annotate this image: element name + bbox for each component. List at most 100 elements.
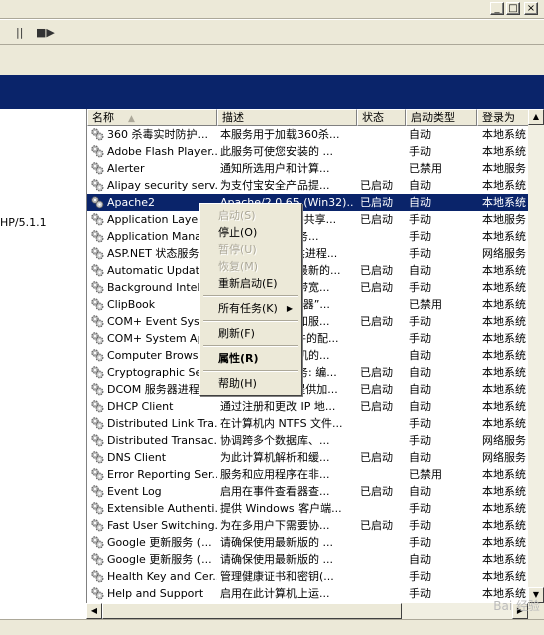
watermark-text: Bai 经验 — [493, 599, 540, 613]
service-status — [360, 126, 406, 143]
context-menu-item[interactable]: 停止(O) — [202, 224, 299, 241]
service-gear-icon — [90, 195, 104, 209]
service-description: 为此计算机解析和缓... — [220, 451, 330, 464]
service-logon-as: 本地系统 — [482, 230, 526, 243]
service-gear-icon — [90, 280, 104, 294]
service-row[interactable]: DHCP Client 通过注册和更改 IP 地... 已启动 自动 本地系统 — [87, 398, 529, 415]
scroll-up-button[interactable]: ▲ — [528, 109, 544, 125]
context-menu-item[interactable]: 刷新(F) — [202, 325, 299, 342]
column-header-name[interactable]: 名称 ▲ — [87, 109, 217, 126]
service-gear-icon — [90, 467, 104, 481]
service-gear-icon — [90, 569, 104, 583]
service-name: DHCP Client — [107, 400, 174, 413]
service-startup-type: 手动 — [409, 247, 431, 260]
service-row[interactable]: Extensible Authenti... 提供 Windows 客户端... 手… — [87, 500, 529, 517]
service-row[interactable]: Alerter 通知所选用户和计算... 已禁用 本地服务 — [87, 160, 529, 177]
service-logon-as: 本地系统 — [482, 145, 526, 158]
service-logon-as: 本地服务 — [482, 213, 526, 226]
service-status: 已启动 — [360, 451, 393, 464]
column-header-description[interactable]: 描述 — [217, 109, 357, 126]
service-name: Extensible Authenti... — [107, 502, 217, 515]
service-row[interactable]: COM+ System Appli...管理 COM+ 组件的配...手动本地系… — [87, 330, 529, 347]
service-status — [360, 432, 406, 449]
service-row[interactable]: Event Log 启用在事件查看器查... 已启动 自动 本地系统 — [87, 483, 529, 500]
service-row[interactable]: Apache2Apache/2.0.65 (Win32)...已启动自动本地系统 — [87, 194, 529, 211]
service-row[interactable]: Background Intellig...利用空闲的网络带宽...已启动手动本… — [87, 279, 529, 296]
service-logon-as: 本地系统 — [482, 179, 526, 192]
service-name: Alerter — [107, 162, 145, 175]
service-startup-type: 自动 — [409, 366, 431, 379]
context-menu-item[interactable]: 帮助(H) — [202, 375, 299, 392]
service-row[interactable]: COM+ Event System支持系统事件通知服...已启动手动本地系统 — [87, 313, 529, 330]
pause-service-button[interactable]: || — [16, 26, 23, 39]
service-row[interactable]: Distributed Transac... 协调跨多个数据库、... 手动 网络服务 — [87, 432, 529, 449]
service-row[interactable]: Cryptographic Servi...提供三种管理服务: 编...已启动自… — [87, 364, 529, 381]
service-row[interactable]: Computer Browser维护网络上计算机的...自动本地系统 — [87, 347, 529, 364]
service-gear-icon — [90, 263, 104, 277]
service-row[interactable]: Automatic Updates允许下载并安装最新的...已启动自动本地系统 — [87, 262, 529, 279]
service-row[interactable]: Distributed Link Tra... 在计算机内 NTFS 文件... 手… — [87, 415, 529, 432]
service-gear-icon — [90, 450, 104, 464]
minimize-button[interactable]: _ — [490, 2, 504, 15]
service-gear-icon — [90, 161, 104, 175]
service-name-cell: Background Intellig... — [90, 279, 217, 296]
service-status — [360, 296, 406, 313]
service-gear-icon — [90, 229, 104, 243]
service-row[interactable]: Error Reporting Ser... 服务和应用程序在非... 已禁用 本地系… — [87, 466, 529, 483]
service-gear-icon — [90, 552, 104, 566]
service-logon-as: 本地系统 — [482, 264, 526, 277]
list-header: 名称 ▲ 描述 状态 启动类型 登录为 — [87, 109, 529, 126]
scroll-left-button[interactable]: ◀ — [86, 603, 102, 619]
service-status — [360, 466, 406, 483]
service-name-cell: Alipay security serv... — [90, 177, 217, 194]
maximize-button[interactable]: □ — [506, 2, 520, 15]
context-menu-item[interactable]: 重新启动(E) — [202, 275, 299, 292]
service-logon-as: 本地系统 — [482, 570, 526, 583]
column-header-startup-type[interactable]: 启动类型 — [406, 109, 477, 126]
service-description: 协调跨多个数据库、... — [220, 434, 330, 447]
service-row[interactable]: Fast User Switching... 为在多用户下需要协... 已启动 手动 本… — [87, 517, 529, 534]
service-row[interactable]: ASP.NET 状态服务为 ASP.NET 提供进程...手动网络服务 — [87, 245, 529, 262]
horizontal-scroll-thumb[interactable] — [102, 603, 402, 619]
service-name: Adobe Flash Player... — [107, 145, 217, 158]
service-name-cell: 360 杀毒实时防护... — [90, 126, 217, 143]
service-description: 通知所选用户和计算... — [220, 162, 330, 175]
service-name-cell: DHCP Client — [90, 398, 217, 415]
service-name: DCOM 服务器进程... — [107, 383, 211, 396]
horizontal-scrollbar[interactable]: ◀ ▶ — [86, 603, 528, 619]
service-row[interactable]: 360 杀毒实时防护... 本服务用于加载360杀... 自动 本地系统 — [87, 126, 529, 143]
service-row[interactable]: Application Layer G...为 Internet 连接共享...… — [87, 211, 529, 228]
service-logon-as: 本地系统 — [482, 383, 526, 396]
context-menu-item[interactable]: 属性(R) — [202, 350, 299, 367]
service-gear-icon — [90, 586, 104, 600]
service-row[interactable]: Google 更新服务 (... 请确保使用最新版的 ... 自动 本地系统 — [87, 551, 529, 568]
service-startup-type: 自动 — [409, 451, 431, 464]
service-name-cell: Distributed Transac... — [90, 432, 217, 449]
service-name: Apache2 — [107, 196, 156, 209]
service-row[interactable]: Application Manage...提供软件安装服务...手动本地系统 — [87, 228, 529, 245]
service-name-cell: Google 更新服务 (... — [90, 551, 217, 568]
service-row[interactable]: Google 更新服务 (... 请确保使用最新版的 ... 手动 本地系统 — [87, 534, 529, 551]
context-menu-item[interactable]: 所有任务(K) ▶ — [202, 300, 299, 317]
service-logon-as: 网络服务 — [482, 451, 526, 464]
service-row[interactable]: Health Key and Cer... 管理健康证书和密钥(... 手动 本地系统 — [87, 568, 529, 585]
column-header-logon-as[interactable]: 登录为 — [477, 109, 529, 126]
service-gear-icon — [90, 314, 104, 328]
column-header-status[interactable]: 状态 — [357, 109, 406, 126]
service-status: 已启动 — [360, 366, 393, 379]
restart-service-button[interactable]: ■▶ — [36, 26, 55, 39]
service-row[interactable]: ClipBook启用“剪贴簿查看器”...已禁用本地系统 — [87, 296, 529, 313]
service-name-cell: Fast User Switching... — [90, 517, 217, 534]
service-row[interactable]: Adobe Flash Player... 此服务可使您安装的 ... 手动 本地系统 — [87, 143, 529, 160]
vertical-scrollbar[interactable]: ▲ ▼ — [528, 109, 544, 603]
service-gear-icon — [90, 127, 104, 141]
services-list[interactable]: 名称 ▲ 描述 状态 启动类型 登录为 360 杀毒实时防护... 本服务用于加载3… — [86, 109, 529, 603]
service-row[interactable]: Help and Support 启用在此计算机上运... 手动 本地系统 — [87, 585, 529, 602]
service-row[interactable]: DNS Client 为此计算机解析和缓... 已启动 自动 网络服务 — [87, 449, 529, 466]
service-row[interactable]: DCOM 服务器进程...为 DCOM 服务提供加...已启动自动本地系统 — [87, 381, 529, 398]
service-startup-type: 手动 — [409, 417, 431, 430]
close-button[interactable]: × — [524, 2, 538, 15]
service-name: Alipay security serv... — [107, 179, 217, 192]
service-row[interactable]: Alipay security serv... 为支付宝安全产品提... 已启动 自动… — [87, 177, 529, 194]
service-description: 为在多用户下需要协... — [220, 519, 330, 532]
